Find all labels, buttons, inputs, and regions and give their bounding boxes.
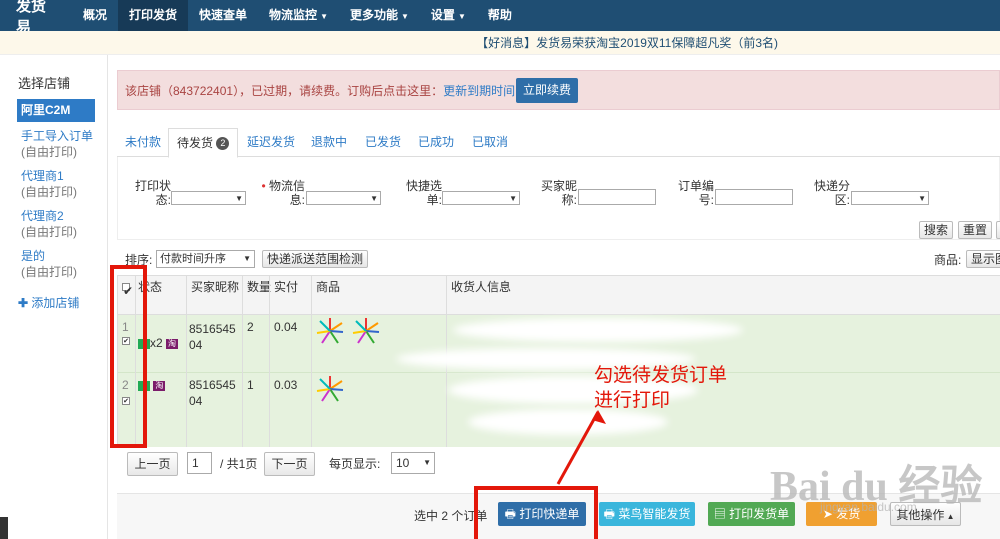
paid-amount: 0.03: [274, 378, 298, 392]
nav-more[interactable]: 更多功能 ▼: [339, 0, 420, 31]
sidebar-item-active-shop[interactable]: 阿里C2M: [17, 99, 95, 122]
per-page-select[interactable]: 10 ▼: [391, 452, 435, 474]
quantity: 2: [247, 320, 254, 334]
column-divider: [186, 276, 187, 447]
top-navbar: 发货易 概况 打印发货 快速查单 物流监控 ▼ 更多功能 ▼ 设置 ▼ 帮助: [0, 0, 1000, 36]
per-page-label: 每页显示:: [329, 457, 381, 471]
product-thumbnail[interactable]: [316, 375, 344, 403]
caret-down-icon: ▼: [423, 458, 431, 467]
paid-amount: 0.04: [274, 320, 298, 334]
col-goods: 商品: [316, 280, 341, 294]
column-divider: [269, 276, 270, 447]
order-no-input[interactable]: [715, 189, 793, 205]
tab-cancelled[interactable]: 已取消: [472, 128, 508, 157]
express-select[interactable]: [442, 191, 520, 205]
taobao-icon: 淘: [153, 380, 166, 391]
print-status-label: 打印状态:: [134, 179, 171, 207]
col-receiver: 收货人信息: [451, 280, 512, 294]
annotation-text: 勾选待发货订单 进行打印: [594, 365, 728, 411]
reset-button[interactable]: 重置: [958, 221, 993, 239]
nav-logistics[interactable]: 物流监控 ▼: [258, 0, 339, 31]
tab-delayed[interactable]: 延迟发货: [247, 128, 295, 157]
tab-shipped[interactable]: 已发货: [365, 128, 401, 157]
printer-icon: 🖶: [603, 507, 619, 521]
total-pages: / 共1页: [220, 457, 258, 471]
logistics-label: • 物流信息:: [261, 179, 305, 207]
redaction-blur: [453, 318, 743, 342]
table-header: ✔ 状态 买家昵称 数量 实付 商品 收货人信息: [118, 276, 1000, 315]
edge-element: [0, 517, 8, 539]
sidebar-item-agent1[interactable]: 代理商1 (自由打印): [21, 168, 77, 200]
goods-label: 商品:: [934, 253, 962, 267]
quantity: 1: [247, 378, 254, 392]
tab-success[interactable]: 已成功: [418, 128, 454, 157]
col-qty: 数量: [247, 280, 272, 294]
renew-button[interactable]: 立即续费: [516, 78, 578, 103]
range-check-button[interactable]: 快递派送范围检测: [262, 250, 369, 268]
nav-print-ship[interactable]: 打印发货: [118, 0, 189, 31]
column-divider: [242, 276, 243, 447]
col-paid: 实付: [274, 280, 299, 294]
express-zone-select[interactable]: [851, 191, 929, 205]
express-label: 快捷选单:: [405, 179, 442, 207]
page-input[interactable]: 1: [187, 452, 212, 474]
print-status-select[interactable]: [171, 191, 246, 205]
sidebar-item-shi[interactable]: 是的 (自由打印): [21, 248, 77, 280]
sidebar-item-manual-import[interactable]: 手工导入订单 (自由打印): [21, 128, 93, 160]
sidebar-item-agent2[interactable]: 代理商2 (自由打印): [21, 208, 77, 240]
nav-help[interactable]: 帮助: [477, 0, 523, 31]
sidebar-title: 选择店铺: [18, 76, 71, 91]
count-badge: 2: [216, 137, 230, 150]
nav-settings[interactable]: 设置 ▼: [420, 0, 477, 31]
annotation-arrow: [556, 410, 606, 485]
express-zone-label: 快递分区:: [813, 179, 850, 207]
col-buyer: 买家昵称: [191, 280, 240, 294]
highlight-print-button: [474, 486, 598, 539]
search-button[interactable]: 搜索: [919, 221, 954, 239]
buyer-nick: 8516545 04: [189, 322, 236, 352]
tab-refunding[interactable]: 退款中: [311, 128, 347, 157]
expired-alert: 该店铺（843722401），已过期，请续费。订购后点击这里：更新到期时间 立即…: [117, 70, 1000, 110]
cainiao-ship-button[interactable]: 🖶 菜鸟智能发货: [599, 502, 695, 526]
caret-down-icon: ▼: [457, 12, 466, 21]
buyer-nick: 8516545 04: [189, 378, 236, 408]
order-no-label: 订单编号:: [677, 179, 714, 207]
tab-pending-ship[interactable]: 待发货 2: [168, 128, 239, 158]
extra-filter-button[interactable]: [996, 221, 1000, 239]
update-expiry-link[interactable]: 更新到期时间: [443, 84, 515, 98]
tab-unpaid[interactable]: 未付款: [125, 128, 161, 157]
list-toolbar: 排序: 付款时间升序 快递派送范围检测 商品: 显示图: [117, 249, 1000, 271]
plus-icon: ✚: [18, 296, 32, 310]
caret-up-icon: ▲: [944, 512, 955, 521]
sort-select[interactable]: 付款时间升序: [156, 250, 255, 268]
add-shop-link[interactable]: ✚ 添加店铺: [18, 294, 79, 311]
notice-bar[interactable]: 【好消息】发货易荣获淘宝2019双11保障超凡奖（前3名): [0, 31, 1000, 55]
taobao-icon: 淘: [166, 338, 179, 349]
highlight-checkboxes: [110, 265, 147, 448]
filter-panel: 打印状态: • 物流信息: 快捷选单: 买家昵称: 订单编号: 快递分区: 搜索…: [117, 157, 1000, 240]
prev-page-button[interactable]: 上一页: [127, 452, 178, 476]
caret-down-icon: ▼: [401, 12, 409, 21]
logistics-select[interactable]: [306, 191, 381, 205]
caret-down-icon: ▼: [320, 12, 328, 21]
nav-overview[interactable]: 概况: [72, 0, 118, 31]
buyer-nick-label: 买家昵称:: [540, 179, 577, 207]
next-page-button[interactable]: 下一页: [264, 452, 315, 476]
nav-quick-query[interactable]: 快速查单: [188, 0, 258, 31]
document-icon: ▤: [713, 507, 730, 521]
shop-sidebar: 选择店铺 阿里C2M 手工导入订单 (自由打印) 代理商1 (自由打印) 代理商2(…: [0, 55, 108, 539]
product-thumbnail[interactable]: [316, 317, 344, 345]
watermark-url: jingyan.baidu.com: [820, 500, 917, 514]
column-divider: [311, 276, 312, 447]
goods-display-select[interactable]: 显示图: [966, 250, 1000, 268]
buyer-nick-input[interactable]: [578, 189, 656, 205]
product-thumbnail[interactable]: [352, 317, 380, 345]
order-status-tabs: 未付款 待发货 2 延迟发货 退款中 已发货 已成功 已取消: [117, 128, 1000, 158]
